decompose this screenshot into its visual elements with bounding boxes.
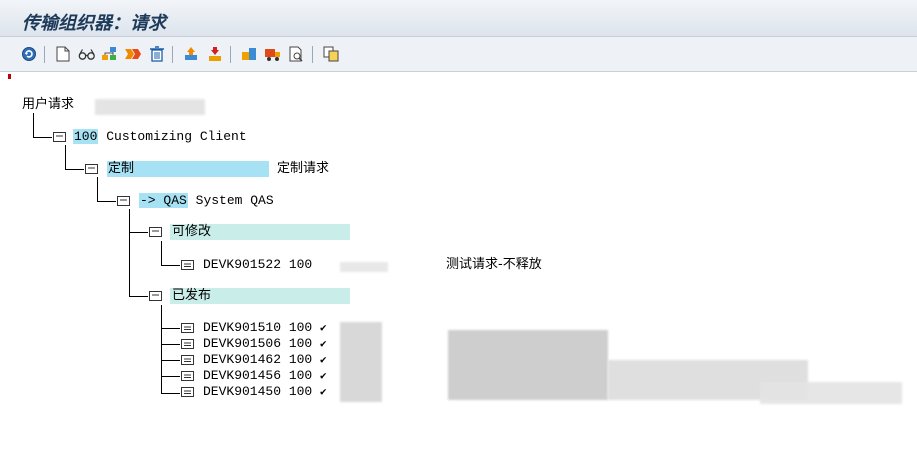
request-icon[interactable]	[181, 354, 194, 365]
folder-open-icon[interactable]	[53, 131, 66, 142]
released-check-icon: ✔	[320, 323, 327, 335]
request-id: DEVK901450	[203, 384, 282, 399]
folder-open-icon[interactable]	[149, 226, 162, 237]
request-icon[interactable]	[181, 322, 194, 333]
target-label: System QAS	[195, 193, 274, 208]
request-client: 100	[288, 352, 313, 367]
request-item[interactable]: DEVK901522 100	[203, 257, 312, 273]
request-item[interactable]: DEVK901450 100 ✔	[203, 384, 327, 401]
customizing-node[interactable]: 定制	[107, 161, 269, 177]
tree-root[interactable]: 用户请求	[22, 97, 74, 113]
request-item[interactable]: DEVK901510 100 ✔	[203, 320, 327, 337]
customizing-desc: 定制请求	[277, 161, 330, 176]
client-number: 100	[73, 129, 99, 144]
redacted-block	[760, 382, 902, 404]
request-item[interactable]: DEVK901462 100 ✔	[203, 352, 327, 369]
released-check-icon: ✔	[320, 371, 327, 383]
modifiable-node[interactable]: 可修改	[170, 224, 350, 240]
request-client: 100	[288, 384, 313, 399]
redacted-block	[340, 262, 388, 272]
client-node[interactable]: 100 Customizing Client	[73, 129, 247, 145]
request-item[interactable]: DEVK901456 100 ✔	[203, 368, 327, 385]
request-item[interactable]: DEVK901506 100 ✔	[203, 336, 327, 353]
request-id: DEVK901522	[203, 257, 282, 272]
folder-open-icon[interactable]	[117, 195, 130, 206]
released-check-icon: ✔	[320, 387, 327, 399]
redacted-block	[95, 99, 205, 115]
released-check-icon: ✔	[320, 339, 327, 351]
redacted-block	[448, 330, 608, 400]
request-desc: 测试请求-不释放	[446, 257, 542, 272]
request-id: DEVK901506	[203, 336, 282, 351]
request-client: 100	[288, 320, 313, 335]
request-id: DEVK901456	[203, 368, 282, 383]
request-icon[interactable]	[181, 386, 194, 397]
redacted-block	[340, 322, 382, 402]
request-id: DEVK901510	[203, 320, 282, 335]
request-client: 100	[288, 368, 313, 383]
folder-open-icon[interactable]	[149, 290, 162, 301]
request-icon[interactable]	[181, 338, 194, 349]
released-node[interactable]: 已发布	[170, 288, 350, 304]
target-system-node[interactable]: -> QAS System QAS	[139, 193, 274, 209]
released-check-icon: ✔	[320, 355, 327, 367]
request-client: 100	[288, 257, 313, 272]
request-icon[interactable]	[181, 370, 194, 381]
request-icon[interactable]	[181, 259, 194, 270]
request-id: DEVK901462	[203, 352, 282, 367]
folder-open-icon[interactable]	[85, 163, 98, 174]
target-arrow: ->	[140, 193, 156, 208]
request-client: 100	[288, 336, 313, 351]
client-label: Customizing Client	[106, 129, 247, 144]
target-system: QAS	[163, 193, 187, 208]
